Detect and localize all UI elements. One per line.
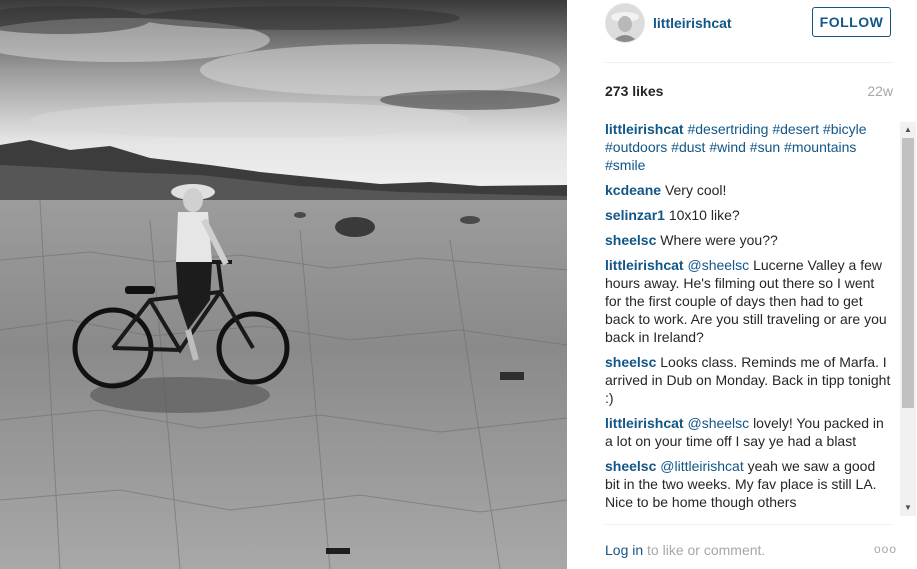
comment: sheelsc Where were you?? [605,231,893,249]
scroll-up-arrow-icon[interactable]: ▲ [900,122,916,138]
caption: littleirishcat #desertriding #desert #bi… [605,120,893,174]
comment-user[interactable]: littleirishcat [605,415,684,431]
likes-count[interactable]: 273 likes [605,83,663,99]
hashtag[interactable]: #mountains [784,139,856,155]
comment-text: Very cool! [664,182,727,198]
footer-divider [605,524,893,525]
scrollbar-thumb[interactable] [902,138,914,408]
comment-user[interactable]: littleirishcat [605,257,684,273]
hashtag[interactable]: #smile [605,157,645,173]
post-stats: 273 likes 22w [605,83,893,101]
comment-mention[interactable]: @littleirishcat [660,458,743,474]
follow-button[interactable]: FOLLOW [812,7,891,37]
avatar[interactable] [605,3,645,43]
desert-bike-photo [0,0,567,569]
comment-text: 10x10 like? [668,207,740,223]
post-side-panel: littleirishcat FOLLOW 273 likes 22w litt… [567,0,917,569]
comment-user[interactable]: littleirishcat [605,121,684,137]
post-age[interactable]: 22w [867,83,893,99]
scroll-down-arrow-icon[interactable]: ▼ [900,500,916,516]
comment-user[interactable]: kcdeane [605,182,661,198]
more-options-icon[interactable]: ooo [874,542,897,556]
comment-user[interactable]: selinzar1 [605,207,665,223]
comment-user[interactable]: sheelsc [605,354,656,370]
comment-mention[interactable]: @sheelsc [687,415,749,431]
hashtag[interactable]: #outdoors [605,139,667,155]
comment: sheelsc Looks class. Reminds me of Marfa… [605,353,893,407]
post-footer: Log in to like or comment. ooo [605,542,897,560]
comment-list[interactable]: littleirishcat #desertriding #desert #bi… [605,120,893,516]
comment: selinzar1 10x10 like? [605,206,893,224]
post-photo[interactable] [0,0,567,569]
login-prompt-text: to like or comment. [647,542,766,558]
hashtag[interactable]: #wind [709,139,746,155]
comment-user[interactable]: sheelsc [605,232,656,248]
header-divider [605,62,893,63]
hashtag[interactable]: #desert [772,121,819,137]
profile-photo-icon [606,4,644,42]
comment: sheelsc @littleirishcat yeah we saw a go… [605,457,893,511]
comment: littleirishcat @sheelsc lovely! You pack… [605,414,893,450]
hashtag[interactable]: #desertriding [687,121,768,137]
comment-user[interactable]: sheelsc [605,458,656,474]
post-header: littleirishcat FOLLOW [567,0,917,62]
hashtag[interactable]: #sun [750,139,780,155]
comment: kcdeane Very cool! [605,181,893,199]
hashtag[interactable]: #bicyle [823,121,867,137]
comment-mention[interactable]: @sheelsc [687,257,749,273]
login-link[interactable]: Log in [605,542,643,558]
owner-username[interactable]: littleirishcat [653,15,732,31]
instagram-post: littleirishcat FOLLOW 273 likes 22w litt… [0,0,917,569]
comments-scrollbar[interactable]: ▲ ▼ [900,122,916,516]
comment-text: Where were you?? [660,232,778,248]
hashtag[interactable]: #dust [671,139,705,155]
comment: littleirishcat @sheelsc Lucerne Valley a… [605,256,893,346]
